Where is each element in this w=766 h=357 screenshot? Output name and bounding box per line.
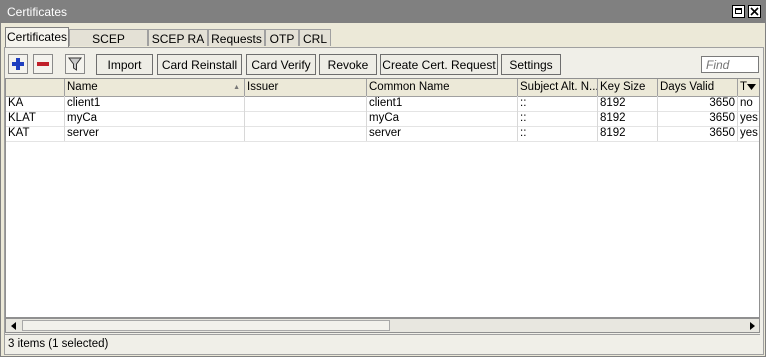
tab-otp[interactable]: OTP	[265, 29, 299, 46]
col-name[interactable]: Name ▲	[65, 79, 245, 96]
col-trusted[interactable]: T	[738, 79, 759, 96]
status-text: 3 items (1 selected)	[8, 338, 109, 350]
table-row[interactable]: KA client1 client1 :: 8192 3650 no	[6, 96, 759, 112]
certificates-table: Name ▲ Issuer Common Name Subject Alt. N…	[5, 78, 760, 318]
settings-button[interactable]: Settings	[501, 54, 561, 75]
row-name: server	[65, 126, 245, 141]
col-subject-alt-name[interactable]: Subject Alt. N...	[518, 79, 598, 96]
tab-scep-servers[interactable]: SCEP Servers	[69, 29, 148, 60]
table-row[interactable]: KAT server server :: 8192 3650 yes	[6, 126, 759, 142]
col-issuer[interactable]: Issuer	[245, 79, 367, 96]
row-issuer	[245, 96, 367, 111]
row-trusted: yes	[740, 112, 758, 124]
col-key-size[interactable]: Key Size	[598, 79, 658, 96]
row-key-size: 8192	[598, 96, 658, 111]
row-trusted: no	[740, 97, 753, 109]
tab-certificates[interactable]: Certificates	[5, 27, 69, 47]
title-bar[interactable]: Certificates	[1, 1, 765, 23]
col-common-name[interactable]: Common Name	[367, 79, 518, 96]
row-days-valid: 3650	[658, 111, 738, 126]
row-common-name: client1	[367, 96, 518, 111]
row-subject-alt-name: ::	[518, 96, 598, 111]
filter-button[interactable]	[65, 54, 85, 74]
filter-icon	[68, 57, 82, 71]
find-input[interactable]	[701, 56, 759, 73]
row-key-size: 8192	[598, 126, 658, 141]
row-issuer	[245, 126, 367, 141]
column-menu-icon[interactable]	[747, 84, 756, 90]
tab-scep-ra[interactable]: SCEP RA	[148, 29, 208, 46]
tab-crl[interactable]: CRL	[299, 29, 331, 46]
plus-icon	[12, 58, 24, 70]
row-issuer	[245, 111, 367, 126]
row-name: client1	[65, 96, 245, 111]
card-reinstall-button[interactable]: Card Reinstall	[157, 54, 242, 75]
row-flags: KAT	[6, 126, 65, 141]
sort-asc-icon: ▲	[233, 84, 240, 91]
col-trusted-label: T	[740, 81, 748, 93]
row-common-name: myCa	[367, 111, 518, 126]
scroll-right-icon[interactable]	[745, 320, 759, 332]
row-key-size: 8192	[598, 111, 658, 126]
row-flags: KA	[6, 96, 65, 111]
window-title: Certificates	[7, 5, 68, 19]
table-header: Name ▲ Issuer Common Name Subject Alt. N…	[6, 79, 759, 97]
create-cert-request-button[interactable]: Create Cert. Request	[380, 54, 498, 75]
row-flags: KLAT	[6, 111, 65, 126]
row-days-valid: 3650	[658, 96, 738, 111]
scrollbar-thumb[interactable]	[22, 320, 390, 331]
remove-button[interactable]	[33, 54, 53, 74]
row-days-valid: 3650	[658, 126, 738, 141]
col-name-label: Name	[67, 81, 98, 93]
status-bar: 3 items (1 selected)	[5, 334, 760, 352]
col-days-valid[interactable]: Days Valid	[658, 79, 738, 96]
row-common-name: server	[367, 126, 518, 141]
add-button[interactable]	[8, 54, 28, 74]
tab-requests[interactable]: Requests	[208, 29, 265, 46]
card-verify-button[interactable]: Card Verify	[246, 54, 316, 75]
import-button[interactable]: Import	[96, 54, 153, 75]
row-name: myCa	[65, 111, 245, 126]
row-subject-alt-name: ::	[518, 126, 598, 141]
row-subject-alt-name: ::	[518, 111, 598, 126]
scroll-left-icon[interactable]	[7, 320, 21, 332]
close-icon[interactable]	[748, 5, 761, 18]
revoke-button[interactable]: Revoke	[319, 54, 377, 75]
minus-icon	[37, 62, 49, 66]
col-flags[interactable]	[6, 79, 65, 96]
maximize-icon[interactable]	[732, 5, 745, 18]
horizontal-scrollbar[interactable]	[5, 318, 760, 333]
certificates-window: Certificates Certificates SCEP Servers S…	[0, 0, 766, 357]
table-row[interactable]: KLAT myCa myCa :: 8192 3650 yes	[6, 111, 759, 127]
row-trusted: yes	[740, 127, 758, 139]
